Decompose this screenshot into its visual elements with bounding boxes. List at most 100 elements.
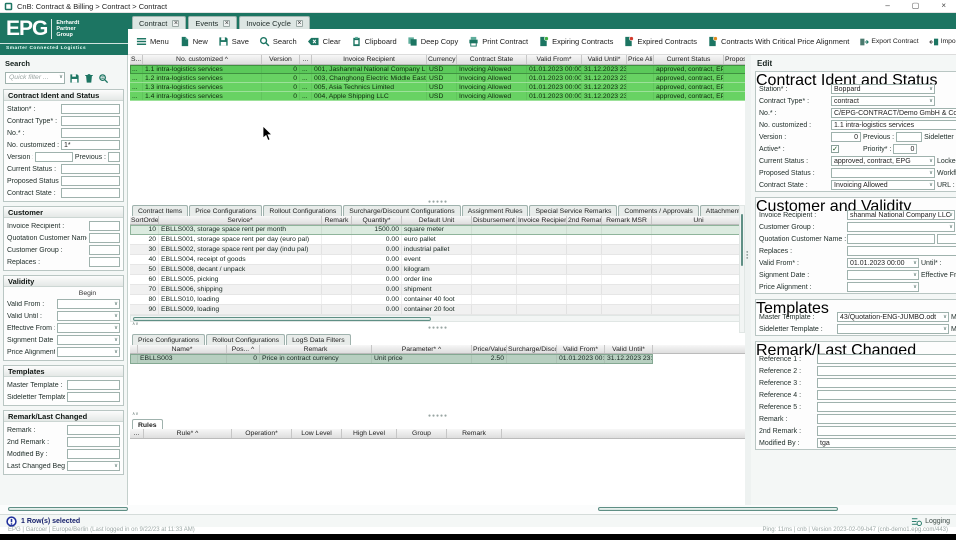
- row-actions[interactable]: ...: [130, 83, 143, 91]
- master-template-select[interactable]: 43/Quotation-ENG-JUMBO.odt ∨: [837, 312, 949, 322]
- main-hscroll-thumb[interactable]: [598, 507, 838, 511]
- item-row[interactable]: 10 EBLLS003, storage space rent per mont…: [130, 225, 746, 235]
- previous-input[interactable]: [896, 132, 923, 142]
- column-header[interactable]: No. customized ^: [143, 55, 262, 64]
- menu-button[interactable]: Menu: [136, 36, 169, 47]
- detail-tab[interactable]: Surcharge/Discount Configurations: [343, 205, 461, 216]
- replaces-input[interactable]: [847, 246, 956, 256]
- quotation-customer-name-input[interactable]: [89, 233, 120, 243]
- column-header[interactable]: Contract State: [457, 55, 527, 64]
- signment-date-select[interactable]: ∨: [847, 270, 919, 280]
- new-button[interactable]: New: [179, 36, 208, 47]
- column-header[interactable]: Disbursement [%]: [472, 216, 517, 224]
- column-header[interactable]: Invoice Recipient: [312, 55, 427, 64]
- sideletter-template-input[interactable]: [67, 392, 120, 402]
- item-row[interactable]: 90 EBLLS009, loading 0.00 container 20 f…: [130, 305, 746, 315]
- valid-from-select[interactable]: ∨: [57, 299, 120, 309]
- second-remark-input[interactable]: [67, 437, 120, 447]
- remark-input[interactable]: [817, 414, 956, 424]
- items-horizontal-scrollbar[interactable]: [130, 315, 746, 322]
- contract-no-input[interactable]: C/EPG-CONTRACT/Demo GmbH & Co.KG/0001/20…: [831, 108, 956, 118]
- item-row[interactable]: 40 EBLLS004, receipt of goods 0.00 event: [130, 255, 746, 265]
- maximize-button[interactable]: ▢: [912, 1, 920, 11]
- column-header[interactable]: ...: [300, 55, 312, 64]
- quick-filter-input[interactable]: Quick filter ... ∨: [5, 72, 65, 84]
- quotation-customer-name-input[interactable]: [847, 234, 935, 244]
- contract-row[interactable]: ... 1.3 intra-logistics services 0 ... 0…: [130, 83, 746, 92]
- detail-tab[interactable]: Contract Items: [132, 205, 189, 216]
- column-header[interactable]: Surcharge/Discount [...: [507, 345, 557, 353]
- sideletter-template-select[interactable]: ∨: [837, 324, 949, 334]
- proposed-status-input[interactable]: [61, 176, 120, 186]
- price-row[interactable]: EBLLS003 0 Price in contract currency Un…: [130, 354, 653, 364]
- module-tab[interactable]: Invoice Cycle ×: [239, 16, 310, 29]
- price-tab[interactable]: LogS Data Filters: [286, 334, 351, 345]
- customer-group-input[interactable]: [89, 245, 120, 255]
- detail-tab[interactable]: Price Configurations: [189, 205, 263, 216]
- column-header[interactable]: Valid Until*: [582, 55, 627, 64]
- column-header[interactable]: Price Ali...: [627, 55, 654, 64]
- horizontal-splitter[interactable]: ∧∨ ●●●●●: [130, 411, 746, 419]
- column-header[interactable]: Valid Until*: [605, 345, 653, 353]
- column-header[interactable]: Remark: [260, 345, 372, 353]
- invoice-recipient-input[interactable]: [89, 221, 120, 231]
- contract-state-input[interactable]: [61, 188, 120, 198]
- column-header[interactable]: Propos...: [724, 55, 746, 64]
- column-header[interactable]: Name*: [138, 345, 227, 353]
- search-button[interactable]: Search: [259, 36, 297, 47]
- contract-state-select[interactable]: Invoicing Allowed ∨: [831, 180, 935, 190]
- item-row[interactable]: 30 EBLLS002, storage space rent per day …: [130, 245, 746, 255]
- column-header[interactable]: Uni: [652, 216, 746, 224]
- column-header[interactable]: Default Unit: [402, 216, 472, 224]
- cell-more[interactable]: ...: [300, 74, 312, 82]
- column-header[interactable]: 2nd Remark: [567, 216, 602, 224]
- column-header[interactable]: Pos... ^: [227, 345, 260, 353]
- expiring-contracts-button[interactable]: Expiring Contracts: [538, 36, 613, 47]
- save-button[interactable]: Save: [218, 36, 249, 47]
- horizontal-splitter[interactable]: ∧∨ ●●●●●: [130, 321, 746, 334]
- reference-3-input[interactable]: [817, 378, 956, 388]
- column-header[interactable]: Parameter* ^: [372, 345, 472, 353]
- detail-tab[interactable]: Special Service Remarks: [529, 205, 618, 216]
- critical-price-alignment-button[interactable]: Contracts With Critical Price Alignment: [707, 36, 849, 47]
- export-contract-button[interactable]: Export Contract: [859, 37, 919, 47]
- contract-row[interactable]: ... 1.4 intra-logistics services 0 ... 0…: [130, 92, 746, 101]
- scrollbar-thumb[interactable]: [133, 317, 431, 321]
- item-row[interactable]: 80 EBLLS010, loading 0.00 container 40 f…: [130, 295, 746, 305]
- column-header[interactable]: Current Status: [654, 55, 724, 64]
- no-customized-input[interactable]: 1*: [61, 140, 120, 150]
- column-header[interactable]: Invoice Recipient: [517, 216, 567, 224]
- reference-1-input[interactable]: [817, 354, 956, 364]
- price-alignment-select[interactable]: ∨: [57, 347, 120, 357]
- item-row[interactable]: 50 EBLLS008, decant / unpack 0.00 kilogr…: [130, 265, 746, 275]
- column-header[interactable]: High Level: [342, 429, 397, 438]
- row-actions[interactable]: ...: [130, 65, 143, 73]
- column-header[interactable]: Rule* ^: [144, 429, 232, 438]
- last-changed-begin-select[interactable]: ∨: [67, 461, 120, 471]
- column-header[interactable]: SortOrder* ^: [130, 216, 159, 224]
- contract-row[interactable]: ... 1.1 intra-logistics services 0 ... 0…: [130, 65, 746, 74]
- clipboard-button[interactable]: Clipboard: [351, 36, 397, 47]
- sidebar-hscroll-thumb[interactable]: [8, 507, 128, 511]
- module-tab[interactable]: Events ×: [188, 16, 238, 29]
- tab-close-icon[interactable]: ×: [172, 19, 180, 27]
- modified-by-input[interactable]: [67, 449, 120, 459]
- column-header[interactable]: Version: [262, 55, 300, 64]
- priority-input[interactable]: 0: [893, 144, 918, 154]
- item-row[interactable]: 60 EBLLS005, picking 0.00 order line: [130, 275, 746, 285]
- item-row[interactable]: 20 EBLLS001, storage space rent per day …: [130, 235, 746, 245]
- valid-from-select[interactable]: 01.01.2023 00:00 ∨: [847, 258, 919, 268]
- price-alignment-select[interactable]: ∨: [847, 282, 919, 292]
- horizontal-splitter[interactable]: ●●●●●: [130, 199, 746, 205]
- invoice-recipient-select[interactable]: shanmal National Company LLC ∨: [847, 210, 955, 220]
- valid-until-select[interactable]: ∨: [57, 311, 120, 321]
- column-header[interactable]: S...: [130, 55, 143, 64]
- scrollbar-thumb[interactable]: [741, 214, 743, 266]
- reference-4-input[interactable]: [817, 390, 956, 400]
- cell-more[interactable]: ...: [300, 92, 312, 100]
- item-row[interactable]: 70 EBLLS006, shipping 0.00 shipment: [130, 285, 746, 295]
- signment-date-select[interactable]: ∨: [57, 335, 120, 345]
- effective-from-select[interactable]: ∨: [57, 323, 120, 333]
- logging-button[interactable]: Logging: [925, 518, 950, 525]
- contract-type-select[interactable]: contract ∨: [831, 96, 935, 106]
